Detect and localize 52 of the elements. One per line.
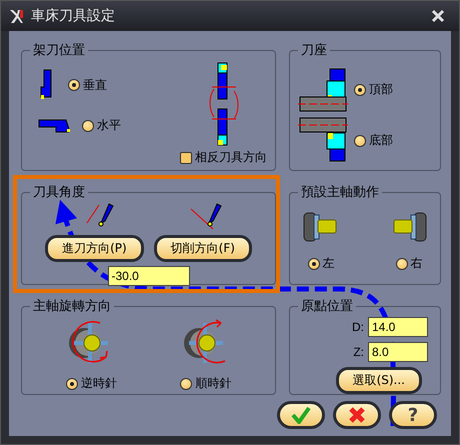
radio-option[interactable]: 逆時針 — [66, 375, 117, 392]
radio-option[interactable]: 垂直 — [68, 76, 107, 94]
option-label: 順時針 — [195, 375, 232, 392]
checkmark-icon — [291, 406, 311, 424]
radio-option[interactable]: 左 — [308, 255, 334, 272]
radio-option[interactable]: 順時針 — [180, 375, 232, 392]
cancel-button[interactable] — [333, 401, 381, 429]
coordinate-field[interactable]: 8.0 — [368, 342, 428, 362]
cut-direction-icon — [188, 203, 222, 231]
select-button[interactable]: 選取(S)... — [336, 367, 422, 394]
cross-icon — [348, 406, 366, 424]
close-icon[interactable] — [431, 9, 445, 23]
radio-option[interactable]: 底部 — [354, 132, 393, 149]
checkbox-option[interactable]: 相反刀具方向 — [180, 149, 267, 166]
angle-field[interactable]: -30.0 — [108, 266, 190, 286]
radio-button[interactable] — [354, 84, 366, 96]
checkbox-label: 相反刀具方向 — [195, 149, 267, 166]
group-title: 預設主軸動作 — [300, 184, 380, 201]
option-label: 左 — [322, 255, 334, 272]
horizontal-tool-icon — [38, 118, 72, 132]
radio-button[interactable] — [68, 79, 80, 91]
group-title: 原點位置 — [300, 298, 354, 315]
radio-button[interactable] — [82, 120, 94, 132]
coordinate-field[interactable]: 14.0 — [368, 317, 428, 337]
checkbox[interactable] — [180, 152, 192, 164]
option-label: 逆時針 — [80, 375, 117, 392]
help-button[interactable]: ? — [389, 401, 437, 429]
group-title: 架刀位置 — [32, 42, 86, 59]
option-label: 頂部 — [369, 81, 393, 98]
radio-button[interactable] — [66, 378, 78, 390]
radio-button[interactable] — [354, 134, 366, 146]
feed-direction-icon — [84, 203, 114, 229]
option-label: 右 — [410, 255, 422, 272]
option-label: 底部 — [369, 132, 393, 149]
radio-button[interactable] — [396, 258, 408, 270]
group-title: 刀具角度 — [32, 184, 86, 201]
option-label: 垂直 — [83, 76, 107, 94]
radio-option[interactable]: 水平 — [82, 117, 121, 134]
radio-option[interactable]: 右 — [396, 255, 422, 272]
radio-button[interactable] — [308, 258, 320, 270]
group-title: 主軸旋轉方向 — [32, 298, 112, 315]
app-logo-icon — [9, 8, 25, 24]
window-title: 車床刀具設定 — [31, 7, 116, 25]
group-title: 刀座 — [300, 42, 328, 59]
ok-button[interactable] — [277, 401, 325, 429]
field-label: D: — [352, 320, 364, 334]
field-label: Z: — [353, 345, 364, 359]
direction-button[interactable]: 進刀方向(P) — [45, 235, 144, 262]
direction-button[interactable]: 切削方向(F) — [154, 235, 252, 262]
option-label: 水平 — [97, 117, 121, 134]
radio-button[interactable] — [180, 378, 192, 390]
radio-option[interactable]: 頂部 — [354, 81, 393, 98]
